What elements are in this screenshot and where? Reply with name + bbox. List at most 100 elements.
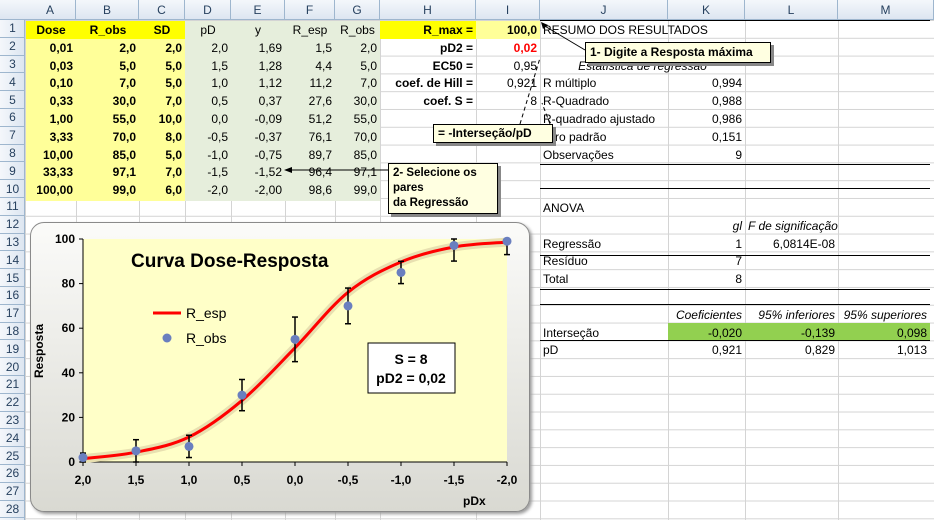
row-header-5[interactable]: 5 xyxy=(0,91,25,109)
row-header-22[interactable]: 22 xyxy=(0,394,25,412)
anova-row-label[interactable]: Total xyxy=(540,270,668,288)
table-cell[interactable]: 1,28 xyxy=(231,57,285,75)
header-r-obs-2[interactable]: R_obs xyxy=(335,21,380,39)
column-header-a[interactable]: A xyxy=(25,0,76,20)
table-cell[interactable]: 2,0 xyxy=(139,39,185,57)
table-cell[interactable]: 0,03 xyxy=(26,57,76,75)
anova-title[interactable]: ANOVA xyxy=(540,199,668,217)
table-cell[interactable]: 27,6 xyxy=(285,92,335,110)
table-cell[interactable]: 0,0 xyxy=(185,110,231,128)
row-header-27[interactable]: 27 xyxy=(0,483,25,501)
table-cell[interactable]: 10,0 xyxy=(139,110,185,128)
table-cell[interactable]: 2,0 xyxy=(185,39,231,57)
row-header-9[interactable]: 9 xyxy=(0,162,25,181)
row-header-13[interactable]: 13 xyxy=(0,234,25,252)
table-cell[interactable]: 70,0 xyxy=(335,128,380,146)
table-cell[interactable]: 96,4 xyxy=(285,163,335,181)
param-label[interactable]: coef. S = xyxy=(380,92,476,110)
row-header-15[interactable]: 15 xyxy=(0,269,25,287)
table-cell[interactable]: -1,0 xyxy=(185,146,231,164)
table-cell[interactable]: 0,37 xyxy=(231,92,285,110)
row-header-1[interactable]: 1 xyxy=(0,20,25,38)
coef-row-label[interactable]: Interseção xyxy=(540,324,668,342)
table-cell[interactable]: 1,0 xyxy=(185,74,231,92)
table-cell[interactable]: 0,33 xyxy=(26,92,76,110)
header-pd[interactable]: pD xyxy=(185,21,231,39)
coef-row-lower[interactable]: 0,829 xyxy=(745,341,838,359)
param-value[interactable]: 0,02 xyxy=(476,39,540,57)
coef-header-lower[interactable]: 95% inferiores xyxy=(745,306,838,324)
reg-stat-label[interactable]: R múltiplo xyxy=(540,74,668,92)
table-cell[interactable]: 7,0 xyxy=(335,74,380,92)
column-header-i[interactable]: I xyxy=(476,0,540,20)
dose-response-chart[interactable]: 0 20 40 60 80 100 2,0 1,5 1,0 0,5 0,0 -0,5 -1,0 -1,5 -… xyxy=(30,222,530,512)
table-cell[interactable]: 1,12 xyxy=(231,74,285,92)
table-cell[interactable]: 7,0 xyxy=(77,74,139,92)
anova-row-f[interactable] xyxy=(745,270,838,288)
anova-row-gl[interactable]: 1 xyxy=(668,235,745,253)
column-header-l[interactable]: L xyxy=(745,0,838,20)
table-cell[interactable]: 1,00 xyxy=(26,110,76,128)
table-cell[interactable]: 11,2 xyxy=(285,74,335,92)
row-header-6[interactable]: 6 xyxy=(0,109,25,127)
table-cell[interactable]: 30,0 xyxy=(335,92,380,110)
table-cell[interactable]: 99,0 xyxy=(77,181,139,199)
table-cell[interactable]: 6,0 xyxy=(139,181,185,199)
table-cell[interactable]: 97,1 xyxy=(77,163,139,181)
table-cell[interactable]: -0,09 xyxy=(231,110,285,128)
row-header-16[interactable]: 16 xyxy=(0,287,25,305)
reg-stat-value[interactable]: 0,988 xyxy=(668,92,745,110)
column-header-b[interactable]: B xyxy=(76,0,139,20)
coef-row-label[interactable]: pD xyxy=(540,341,668,359)
coef-header[interactable]: Coeficientes xyxy=(668,306,745,324)
column-header-f[interactable]: F xyxy=(285,0,335,20)
column-header-m[interactable]: M xyxy=(838,0,934,20)
row-header-23[interactable]: 23 xyxy=(0,412,25,430)
table-cell[interactable]: -1,5 xyxy=(185,163,231,181)
param-value[interactable]: 0,921 xyxy=(476,74,540,92)
column-header-c[interactable]: C xyxy=(139,0,185,20)
reg-stat-value[interactable]: 0,986 xyxy=(668,110,745,128)
table-cell[interactable]: 5,0 xyxy=(335,57,380,75)
column-header-j[interactable]: J xyxy=(540,0,668,20)
row-header-24[interactable]: 24 xyxy=(0,429,25,448)
row-header-14[interactable]: 14 xyxy=(0,251,25,270)
row-header-4[interactable]: 4 xyxy=(0,73,25,92)
coef-row-upper[interactable]: 0,098 xyxy=(838,324,930,342)
anova-row-label[interactable]: Regressão xyxy=(540,235,668,253)
header-dose[interactable]: Dose xyxy=(26,21,76,39)
table-cell[interactable]: 5,0 xyxy=(139,146,185,164)
table-cell[interactable]: 0,10 xyxy=(26,74,76,92)
table-cell[interactable]: 70,0 xyxy=(77,128,139,146)
row-header-20[interactable]: 20 xyxy=(0,358,25,376)
table-cell[interactable]: 30,0 xyxy=(77,92,139,110)
reg-stat-value[interactable]: 9 xyxy=(668,146,745,164)
reg-stat-label[interactable]: R-Quadrado xyxy=(540,92,668,110)
reg-stat-value[interactable]: 0,151 xyxy=(668,128,745,146)
table-cell[interactable]: -2,0 xyxy=(185,181,231,199)
table-cell[interactable]: 55,0 xyxy=(335,110,380,128)
table-cell[interactable]: 51,2 xyxy=(285,110,335,128)
table-cell[interactable]: 1,5 xyxy=(185,57,231,75)
coef-row-lower[interactable]: -0,139 xyxy=(745,324,838,342)
table-cell[interactable]: 1,5 xyxy=(285,39,335,57)
coef-row-value[interactable]: 0,921 xyxy=(668,341,745,359)
table-cell[interactable]: 99,0 xyxy=(335,181,380,199)
table-cell[interactable]: 33,33 xyxy=(26,163,76,181)
table-cell[interactable]: 7,0 xyxy=(139,163,185,181)
param-label[interactable]: R_max = xyxy=(380,21,476,39)
coef-header-upper[interactable]: 95% superiores xyxy=(838,306,930,324)
row-header-21[interactable]: 21 xyxy=(0,376,25,394)
param-label[interactable]: coef. de Hill = xyxy=(380,74,476,92)
header-sd[interactable]: SD xyxy=(139,21,185,39)
row-header-17[interactable]: 17 xyxy=(0,305,25,323)
coef-row-value[interactable]: -0,020 xyxy=(668,324,745,342)
table-cell[interactable]: 85,0 xyxy=(77,146,139,164)
table-cell[interactable]: 5,0 xyxy=(139,74,185,92)
coef-row-upper[interactable]: 1,013 xyxy=(838,341,930,359)
row-header-18[interactable]: 18 xyxy=(0,323,25,341)
param-label[interactable]: pD2 = xyxy=(380,39,476,57)
row-header-3[interactable]: 3 xyxy=(0,56,25,74)
table-cell[interactable]: 100,00 xyxy=(26,181,76,199)
reg-stat-label[interactable]: Observações xyxy=(540,146,668,164)
